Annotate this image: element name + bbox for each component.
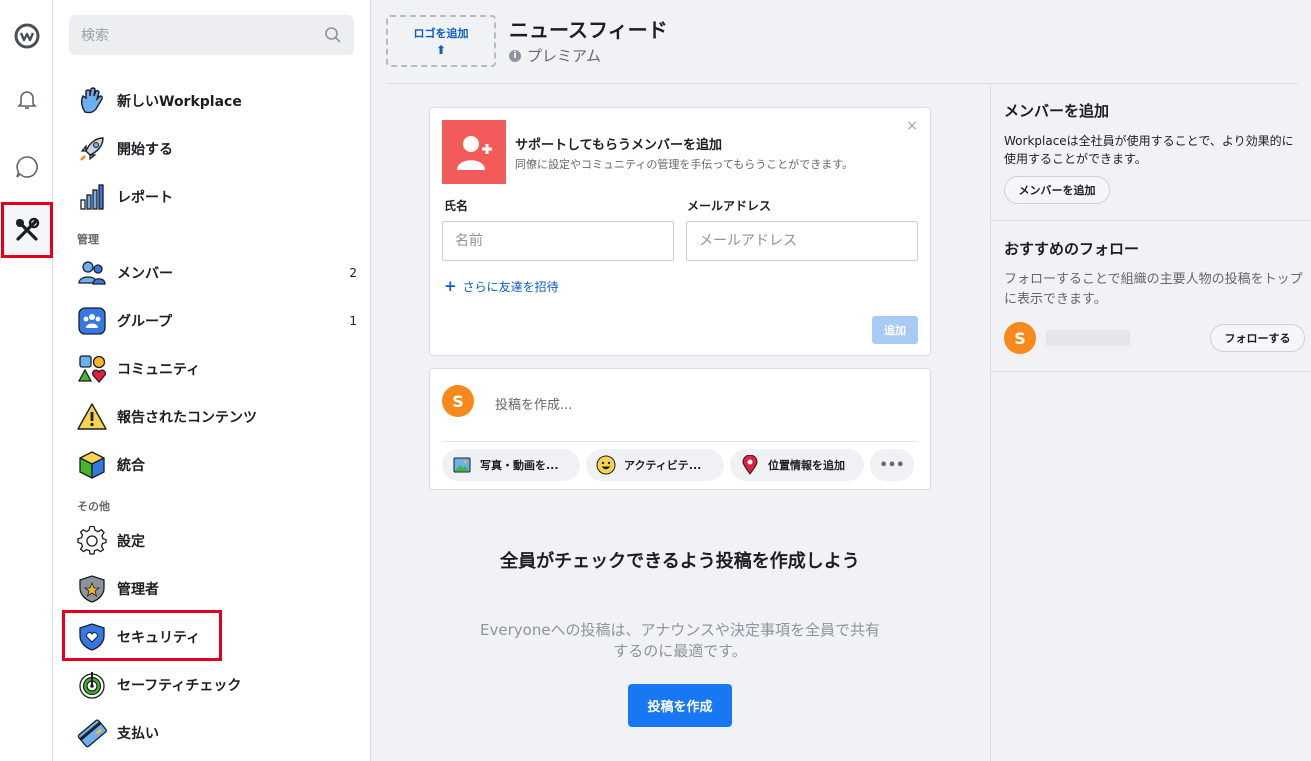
post-composer: S 投稿を作成... 写真・動画を... アクティビテ... 位置情報を追加 •… <box>429 368 931 490</box>
sidebar-item-label: 支払い <box>117 726 159 742</box>
sidebar-item-label: 開始する <box>117 142 173 158</box>
premium-label: プレミアム <box>527 47 601 65</box>
sidebar-item-label: セーフティチェック <box>117 678 242 694</box>
photo-icon <box>452 455 472 475</box>
sidebar-item-label: 統合 <box>117 458 145 474</box>
sidebar-item-settings[interactable]: 設定 <box>75 521 357 561</box>
sidebar-item-new-workplace[interactable]: 新しいWorkplace <box>75 81 357 121</box>
sidebar-item-label: メンバー <box>117 266 173 282</box>
member-count-badge: 2 <box>349 266 357 280</box>
sidebar-item-reported-content[interactable]: 報告されたコンテンツ <box>75 397 357 437</box>
tools-icon[interactable] <box>1 202 53 258</box>
shapes-icon <box>75 352 109 386</box>
add-person-icon <box>442 120 506 184</box>
sidebar-item-payments[interactable]: 支払い <box>75 713 357 753</box>
suggested-follow-title: おすすめのフォロー <box>1004 240 1140 258</box>
invite-members-card: サポートしてもらうメンバーを追加 同僚に設定やコミュニティの管理を手伝ってもらう… <box>429 107 931 356</box>
search-input[interactable]: 検索 <box>69 15 354 55</box>
search-icon <box>325 27 341 43</box>
sidebar-item-label: 新しいWorkplace <box>117 94 242 110</box>
name-input[interactable] <box>442 221 674 261</box>
activity-label: アクティビテ... <box>624 459 702 472</box>
security-highlight-box <box>62 610 222 661</box>
add-member-button[interactable]: 追加 <box>872 316 918 344</box>
sidebar-item-label: グループ <box>117 314 173 330</box>
section-label-manage: 管理 <box>77 233 99 246</box>
add-members-title: メンバーを追加 <box>1004 102 1110 120</box>
sidebar-item-integrations[interactable]: 統合 <box>75 445 357 485</box>
add-members-button[interactable]: メンバーを追加 <box>1004 176 1110 204</box>
avatar[interactable]: S <box>1004 322 1036 354</box>
section-label-other: その他 <box>77 500 110 513</box>
more-options-button[interactable]: ••• <box>870 449 914 481</box>
composer-divider <box>442 441 918 442</box>
sidebar-item-community[interactable]: コミュニティ <box>75 349 357 389</box>
page-title: ニュースフィード <box>509 18 668 42</box>
invite-more-label: さらに友達を招待 <box>462 280 559 294</box>
suggested-follow-text: フォローすることで組織の主要人物の投稿をトップに表示できます。 <box>1004 272 1303 307</box>
admin-shield-icon <box>75 572 109 606</box>
suggested-person-name[interactable] <box>1046 330 1130 346</box>
composer-input[interactable]: 投稿を作成... <box>495 394 572 413</box>
workplace-logo-icon[interactable] <box>0 14 53 58</box>
empty-state-subtitle: Everyoneへの投稿は、アナウンスや決定事項を全員で共有するのに最適です。 <box>480 621 880 660</box>
add-members-text: Workplaceは全社員が使用することで、より効果的に使用することができます。 <box>1004 134 1294 166</box>
safety-check-icon <box>75 668 109 702</box>
add-location-label: 位置情報を追加 <box>768 459 845 472</box>
credit-card-icon <box>75 716 109 750</box>
add-location-button[interactable]: 位置情報を追加 <box>730 449 864 481</box>
sidebar-item-admins[interactable]: 管理者 <box>75 569 357 609</box>
sidebar-item-get-started[interactable]: 開始する <box>75 129 357 169</box>
right-divider <box>991 220 1311 221</box>
add-logo-button[interactable]: ロゴを追加 ⬆ <box>386 15 496 67</box>
bell-icon[interactable] <box>0 77 53 121</box>
chat-icon[interactable] <box>0 145 53 189</box>
upload-arrow-icon: ⬆ <box>435 43 447 57</box>
premium-badge[interactable]: i プレミアム <box>509 45 601 66</box>
photo-video-label: 写真・動画を... <box>480 459 559 472</box>
email-label: メールアドレス <box>687 199 772 213</box>
search-placeholder: 検索 <box>81 28 109 44</box>
sidebar-item-groups[interactable]: グループ 1 <box>75 301 357 341</box>
cube-icon <box>75 448 109 482</box>
rocket-icon <box>75 132 109 166</box>
app-rail <box>0 0 53 761</box>
people-icon <box>75 256 109 290</box>
sidebar-item-label: 管理者 <box>117 582 159 598</box>
sidebar-item-label: 設定 <box>117 534 145 550</box>
sidebar-item-label: レポート <box>117 190 173 206</box>
bar-chart-icon <box>75 180 109 214</box>
group-icon <box>75 304 109 338</box>
add-logo-label: ロゴを追加 <box>413 27 469 40</box>
smiley-icon <box>596 455 616 475</box>
group-count-badge: 1 <box>349 314 357 328</box>
warning-icon <box>75 400 109 434</box>
sidebar-item-label: 報告されたコンテンツ <box>117 410 257 426</box>
page-header: ロゴを追加 ⬆ ニュースフィード i プレミアム <box>371 0 1311 84</box>
name-label: 氏名 <box>444 199 469 213</box>
location-pin-icon <box>740 455 760 475</box>
follow-button[interactable]: フォローする <box>1210 324 1305 352</box>
invite-title: サポートしてもらうメンバーを追加 <box>515 138 722 153</box>
invite-subtitle: 同僚に設定やコミュニティの管理を手伝ってもらうことができます。 <box>515 158 854 171</box>
photo-video-button[interactable]: 写真・動画を... <box>442 449 580 481</box>
invite-more-link[interactable]: + さらに友達を招待 <box>444 277 559 295</box>
wave-hand-icon <box>75 84 109 118</box>
empty-state-title: 全員がチェックできるよう投稿を作成しよう <box>500 551 860 572</box>
gear-icon <box>75 524 109 558</box>
close-icon[interactable]: × <box>906 118 918 134</box>
right-column: メンバーを追加 Workplaceは全社員が使用することで、より効果的に使用する… <box>990 84 1311 761</box>
create-post-button[interactable]: 投稿を作成 <box>628 684 732 727</box>
activity-button[interactable]: アクティビテ... <box>586 449 724 481</box>
sidebar-item-label: コミュニティ <box>117 362 201 378</box>
sidebar-item-safety-check[interactable]: セーフティチェック <box>75 665 357 705</box>
sidebar-item-members[interactable]: メンバー 2 <box>75 253 357 293</box>
avatar[interactable]: S <box>442 385 474 417</box>
plus-icon: + <box>444 277 457 295</box>
right-divider <box>991 371 1311 372</box>
info-icon: i <box>509 49 521 62</box>
email-input[interactable] <box>686 221 918 261</box>
sidebar-item-reports[interactable]: レポート <box>75 177 357 217</box>
